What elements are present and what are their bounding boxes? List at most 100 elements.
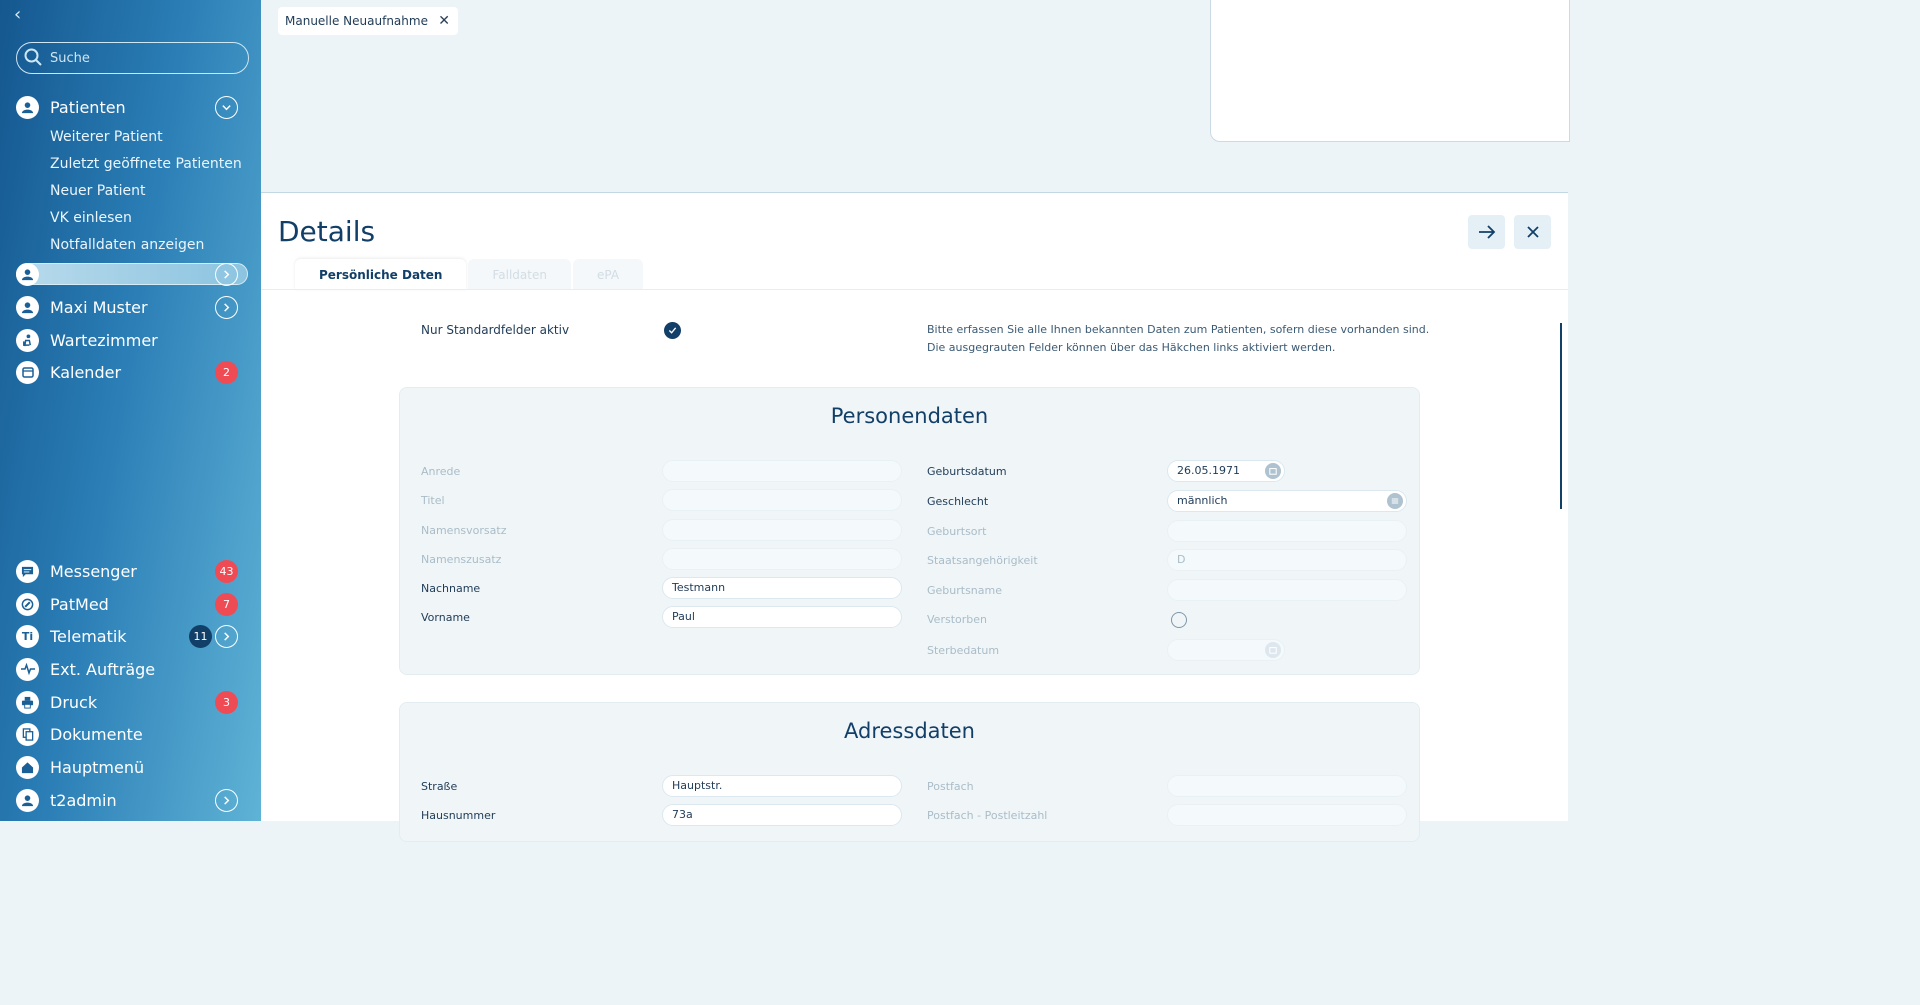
geburtsort-input[interactable] — [1167, 520, 1407, 542]
nav-kalender[interactable]: Kalender 2 — [16, 358, 252, 386]
nav-patmed[interactable]: PatMed 7 — [16, 590, 252, 618]
calendar-icon[interactable] — [1265, 463, 1281, 479]
nav-label: Messenger — [50, 561, 137, 581]
nav-hauptmenue[interactable]: Hauptmenü — [16, 753, 252, 781]
nav-t2admin[interactable]: t2admin — [16, 786, 252, 814]
adressdaten-card: Adressdaten Straße Hauptstr. Hausnummer … — [399, 702, 1420, 842]
open-tab-chip[interactable]: Manuelle Neuaufnahme ✕ — [278, 7, 458, 35]
close-icon — [1526, 226, 1539, 238]
tab-epa[interactable]: ePA — [572, 259, 644, 290]
search-icon — [24, 48, 42, 66]
search-input[interactable]: Suche — [16, 42, 249, 74]
strasse-input[interactable]: Hauptstr. — [662, 775, 902, 797]
chevron-down-icon[interactable] — [215, 95, 238, 119]
field-label: Geburtsort — [927, 525, 987, 538]
verstorben-radio[interactable] — [1171, 612, 1187, 628]
vorname-input[interactable]: Paul — [662, 606, 902, 628]
nav-label: Patienten — [50, 97, 126, 117]
person-icon — [16, 295, 39, 319]
subitem-zuletzt-geoeffnet[interactable]: Zuletzt geöffnete Patienten — [50, 156, 242, 172]
nav-label: Ext. Aufträge — [50, 659, 156, 679]
nav-ext-auftraege[interactable]: Ext. Aufträge — [16, 655, 252, 683]
titel-input[interactable] — [662, 489, 902, 511]
notification-badge: 3 — [215, 690, 238, 714]
nav-label: Telematik — [50, 626, 127, 646]
field-label: Nachname — [421, 582, 481, 595]
nav-messenger[interactable]: Messenger 43 — [16, 557, 252, 585]
tab-falldaten[interactable]: Falldaten — [468, 259, 571, 290]
chevron-right-icon[interactable] — [215, 624, 238, 648]
tab-persoenliche-daten[interactable]: Persönliche Daten — [295, 259, 467, 290]
page-title: Details — [278, 215, 376, 248]
subitem-notfalldaten[interactable]: Notfalldaten anzeigen — [50, 237, 204, 253]
calendar-icon[interactable] — [1265, 642, 1281, 658]
subitem-weiterer-patient[interactable]: Weiterer Patient — [50, 129, 163, 145]
nav-dokumente[interactable]: Dokumente — [16, 720, 252, 748]
field-label: Geburtsdatum — [927, 465, 1007, 478]
nav-label: Kalender — [50, 362, 122, 382]
geburtsdatum-input[interactable]: 26.05.1971 — [1167, 460, 1285, 482]
chevron-right-icon[interactable] — [215, 788, 238, 812]
hausnummer-input[interactable]: 73a — [662, 804, 902, 826]
nav-druck[interactable]: Druck 3 — [16, 688, 252, 716]
subitem-neuer-patient[interactable]: Neuer Patient — [50, 183, 146, 199]
nav-wartezimmer[interactable]: Wartezimmer — [16, 326, 252, 354]
field-label: Geburtsname — [927, 584, 1003, 597]
postfach-input[interactable] — [1167, 775, 1407, 797]
notification-badge: 2 — [215, 360, 238, 384]
list-icon[interactable] — [1387, 493, 1403, 509]
namensvorsatz-input[interactable] — [662, 519, 902, 541]
field-label: Verstorben — [927, 613, 987, 626]
waiting-room-icon — [16, 328, 39, 352]
geschlecht-value: männlich — [1177, 494, 1228, 507]
collapse-sidebar-button[interactable]: ‹ — [14, 5, 30, 25]
field-label: Namenszusatz — [421, 553, 502, 566]
geburtsname-input[interactable] — [1167, 579, 1407, 601]
geschlecht-select[interactable]: männlich — [1167, 490, 1407, 512]
search-placeholder: Suche — [50, 51, 90, 66]
sterbedatum-input[interactable] — [1167, 639, 1285, 661]
personendaten-card: Personendaten Anrede Titel Namensvorsatz… — [399, 387, 1420, 675]
hint-text: Bitte erfassen Sie alle Ihnen bekannten … — [927, 321, 1429, 357]
nav-telematik[interactable]: Ti Telematik 11 — [16, 622, 252, 650]
nav-label: Hauptmenü — [50, 757, 145, 777]
details-panel: Details Persönliche Daten Falldaten ePA … — [261, 193, 1568, 842]
top-right-panel — [1210, 0, 1570, 142]
nav-maxi-muster[interactable]: Maxi Muster — [16, 293, 252, 321]
nav-label: Dokumente — [50, 724, 143, 744]
nav-label: PatMed — [50, 594, 109, 614]
close-button[interactable] — [1514, 215, 1551, 249]
nav-patienten[interactable]: Patienten — [16, 93, 252, 121]
subitem-vk-einlesen[interactable]: VK einlesen — [50, 210, 132, 226]
person-icon — [16, 788, 39, 812]
nachname-input[interactable]: Testmann — [662, 577, 902, 599]
calendar-icon — [16, 360, 39, 384]
geburtsdatum-value: 26.05.1971 — [1177, 464, 1240, 477]
postfach-plz-input[interactable] — [1167, 804, 1407, 826]
std-fields-checkbox[interactable] — [664, 322, 681, 339]
chat-icon — [16, 559, 39, 583]
hint-line: Die ausgegrauten Felder können über das … — [927, 341, 1336, 354]
field-label: Sterbedatum — [927, 644, 1000, 657]
ti-icon: Ti — [16, 624, 39, 648]
arrow-right-icon — [1478, 225, 1495, 239]
field-label: Postfach — [927, 780, 974, 793]
nav-current-patient[interactable] — [16, 260, 252, 288]
staatsangehoerigkeit-input[interactable]: D — [1167, 549, 1407, 571]
chevron-right-icon[interactable] — [215, 295, 238, 319]
chevron-right-icon[interactable] — [215, 262, 238, 286]
anrede-input[interactable] — [662, 460, 902, 482]
scrollbar[interactable] — [1560, 323, 1562, 509]
next-button[interactable] — [1468, 215, 1505, 249]
home-icon — [16, 755, 39, 779]
field-label: Anrede — [421, 465, 461, 478]
std-fields-label: Nur Standardfelder aktiv — [421, 323, 570, 337]
nav-label: Maxi Muster — [50, 297, 148, 317]
field-label: Vorname — [421, 611, 470, 624]
close-icon[interactable]: ✕ — [438, 7, 450, 35]
namenszusatz-input[interactable] — [662, 548, 902, 570]
tab-underline — [261, 289, 1568, 290]
notification-badge: 7 — [215, 592, 238, 616]
field-label: Staatsangehörigkeit — [927, 554, 1038, 567]
nav-label: Wartezimmer — [50, 330, 158, 350]
